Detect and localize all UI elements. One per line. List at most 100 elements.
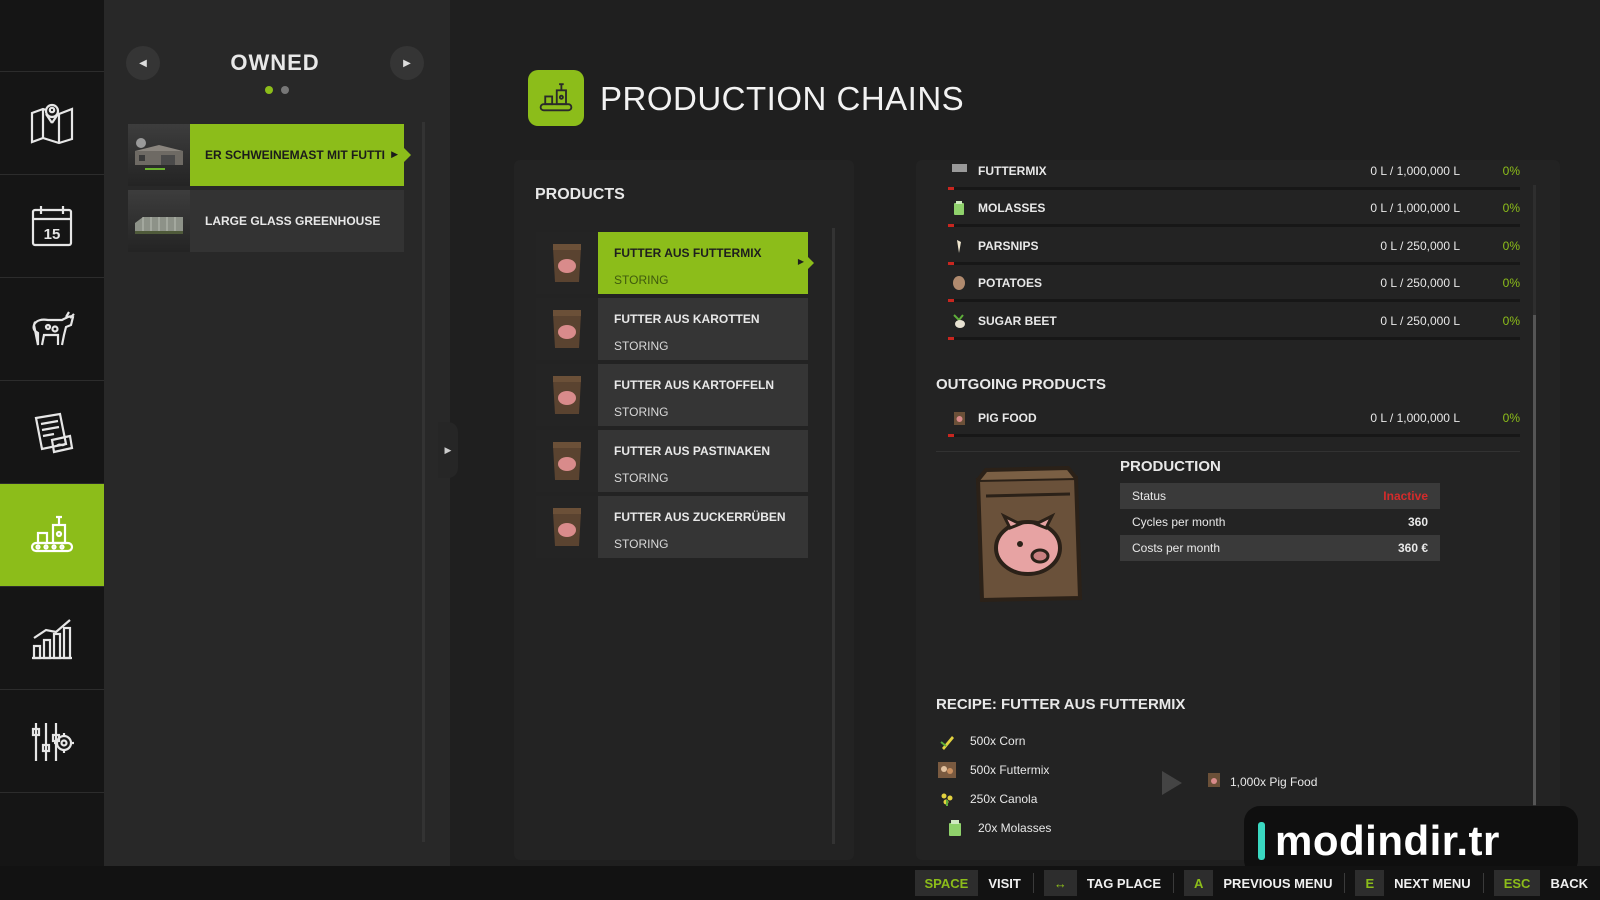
canola-icon bbox=[936, 790, 958, 808]
owned-item-label: LARGE GLASS GREENHOUSE bbox=[205, 214, 381, 228]
storage-percent: 0% bbox=[1502, 201, 1520, 215]
product-status: STORING bbox=[614, 405, 669, 419]
product-item[interactable]: FUTTER AUS FUTTERMIX STORING ▶ bbox=[536, 232, 814, 294]
main-nav: 15 bbox=[0, 0, 112, 866]
recipe-input: 500x Futtermix bbox=[936, 755, 1051, 784]
storage-row: PARSNIPS 0 L / 250,000 L 0% bbox=[936, 232, 1530, 270]
pig-food-bag-icon bbox=[536, 232, 598, 294]
product-item[interactable]: FUTTER AUS KARTOFFELN STORING bbox=[536, 364, 808, 426]
parsnip-icon bbox=[951, 238, 967, 254]
factory-icon bbox=[30, 515, 74, 553]
previous-menu-action[interactable]: A PREVIOUS MENU bbox=[1184, 870, 1332, 896]
nav-item-production[interactable] bbox=[0, 483, 112, 586]
next-page-button[interactable]: ▶ bbox=[390, 46, 424, 80]
futtermix-icon bbox=[936, 761, 958, 779]
fill-level-bar bbox=[948, 261, 1520, 265]
product-item[interactable]: FUTTER AUS PASTINAKEN STORING bbox=[536, 430, 808, 492]
owned-title: OWNED bbox=[230, 50, 320, 75]
product-status: STORING bbox=[614, 339, 669, 353]
fill-level-bar bbox=[948, 299, 1520, 302]
nav-item-animals[interactable] bbox=[0, 277, 104, 380]
storage-percent: 0% bbox=[1502, 276, 1520, 290]
nav-item-statistics[interactable] bbox=[0, 586, 104, 689]
chevron-right-icon: ▶ bbox=[391, 149, 398, 159]
action-label: NEXT MENU bbox=[1394, 875, 1471, 891]
key-hint: E bbox=[1355, 870, 1385, 896]
storage-percent: 0% bbox=[1502, 313, 1520, 328]
nav-item-contracts[interactable] bbox=[0, 380, 104, 483]
owned-scrollbar[interactable] bbox=[422, 122, 425, 842]
cycles-value: 360 bbox=[1407, 515, 1428, 529]
storage-amount: 0 L / 250,000 L bbox=[1380, 238, 1460, 253]
pig-food-bag-icon bbox=[536, 496, 598, 558]
product-name: FUTTER AUS FUTTERMIX bbox=[614, 246, 762, 260]
collapse-panel-button[interactable]: ▶ bbox=[438, 422, 458, 478]
storage-percent: 0% bbox=[1502, 411, 1520, 425]
corn-icon bbox=[936, 732, 958, 750]
map-pin-icon bbox=[30, 103, 74, 145]
products-title: PRODUCTS bbox=[535, 186, 625, 203]
recipe-input: 500x Corn bbox=[936, 726, 1051, 755]
action-label: VISIT bbox=[988, 875, 1021, 891]
owned-item-greenhouse[interactable]: LARGE GLASS GREENHOUSE bbox=[128, 190, 404, 252]
storage-name: PARSNIPS bbox=[978, 238, 1039, 253]
key-hint: SPACE bbox=[914, 870, 979, 896]
details-panel: FUTTERMIX 0 L / 1,000,000 L 0% MOLASSES … bbox=[916, 160, 1560, 860]
owned-item-pig-farm[interactable]: ER SCHWEINEMAST MIT FUTTI ▶ bbox=[128, 124, 411, 186]
details-scrollbar[interactable] bbox=[1533, 185, 1536, 815]
status-row: Status Inactive bbox=[1120, 483, 1440, 509]
storage-percent: 0% bbox=[1502, 164, 1520, 178]
tag-place-action[interactable]: ↔ TAG PLACE bbox=[1043, 870, 1161, 896]
input-label: 500x Corn bbox=[970, 733, 1026, 748]
page-title: PRODUCTION CHAINS bbox=[600, 80, 965, 117]
storage-row: SUGAR BEET 0 L / 250,000 L 0% bbox=[936, 307, 1530, 345]
recipe-output: 1,000x Pig Food bbox=[1206, 772, 1317, 791]
products-panel: PRODUCTS FUTTER AUS FUTTERMIX STORING ▶ F… bbox=[514, 160, 854, 860]
product-name: FUTTER AUS KARTOFFELN bbox=[614, 378, 774, 392]
nav-item-calendar[interactable]: 15 bbox=[0, 174, 104, 277]
storage-amount: 0 L / 1,000,000 L bbox=[1370, 164, 1460, 178]
product-status: STORING bbox=[614, 471, 669, 485]
page-dot-1[interactable] bbox=[265, 86, 273, 94]
product-item[interactable]: FUTTER AUS KAROTTEN STORING bbox=[536, 298, 808, 360]
pig-food-bag-image bbox=[968, 465, 1088, 604]
potato-icon bbox=[951, 275, 967, 291]
fill-level-bar bbox=[948, 336, 1520, 340]
sugar-beet-icon bbox=[951, 313, 967, 329]
nav-item-settings[interactable] bbox=[0, 689, 104, 792]
futtermix-icon bbox=[951, 162, 972, 178]
storage-amount: 0 L / 1,000,000 L bbox=[1370, 411, 1460, 425]
cycles-label: Cycles per month bbox=[1132, 515, 1226, 529]
chevron-right-icon: ▶ bbox=[444, 444, 452, 455]
recipe-title: RECIPE: FUTTER AUS FUTTERMIX bbox=[936, 696, 1186, 713]
action-label: BACK bbox=[1550, 875, 1588, 891]
production-info: PRODUCTION Status Inactive Cycles per mon… bbox=[1120, 458, 1440, 561]
pig-farm-thumbnail bbox=[128, 124, 190, 186]
page-dot-2[interactable] bbox=[281, 86, 289, 94]
status-label: Status bbox=[1132, 489, 1167, 503]
storage-amount: 0 L / 250,000 L bbox=[1380, 313, 1460, 328]
storage-row: POTATOES 0 L / 250,000 L 0% bbox=[936, 269, 1530, 307]
products-scrollbar[interactable] bbox=[832, 228, 835, 844]
back-action[interactable]: ESC BACK bbox=[1493, 870, 1588, 896]
footer-bar: SPACE VISIT ↔ TAG PLACE A PREVIOUS MENU E NE… bbox=[0, 866, 1600, 900]
chevron-right-icon: ▶ bbox=[797, 257, 804, 266]
watermark-accent bbox=[1258, 822, 1265, 860]
status-value: Inactive bbox=[1383, 489, 1428, 503]
products-list: FUTTER AUS FUTTERMIX STORING ▶ FUTTER AUS… bbox=[536, 232, 814, 562]
footer-actions: SPACE VISIT ↔ TAG PLACE A PREVIOUS MENU E NE… bbox=[905, 870, 1588, 896]
storage-name: MOLASSES bbox=[978, 201, 1046, 215]
recipe-input: 20x Molasses bbox=[936, 813, 1051, 842]
key-hint: ↔ bbox=[1043, 870, 1077, 896]
owned-list: ER SCHWEINEMAST MIT FUTTI ▶ LARGE GLASS … bbox=[128, 124, 411, 256]
key-hint: A bbox=[1184, 870, 1214, 896]
divider bbox=[936, 451, 1520, 452]
key-hint: ESC bbox=[1493, 870, 1541, 896]
settings-sliders-icon bbox=[31, 723, 74, 761]
next-menu-action[interactable]: E NEXT MENU bbox=[1355, 870, 1471, 896]
bar-chart-icon bbox=[32, 619, 72, 660]
outgoing-products-title: OUTGOING PRODUCTS bbox=[936, 376, 1107, 393]
product-item[interactable]: FUTTER AUS ZUCKERRÜBEN STORING bbox=[536, 496, 808, 558]
visit-action[interactable]: SPACE VISIT bbox=[914, 870, 1021, 896]
nav-item-map[interactable] bbox=[0, 71, 104, 174]
